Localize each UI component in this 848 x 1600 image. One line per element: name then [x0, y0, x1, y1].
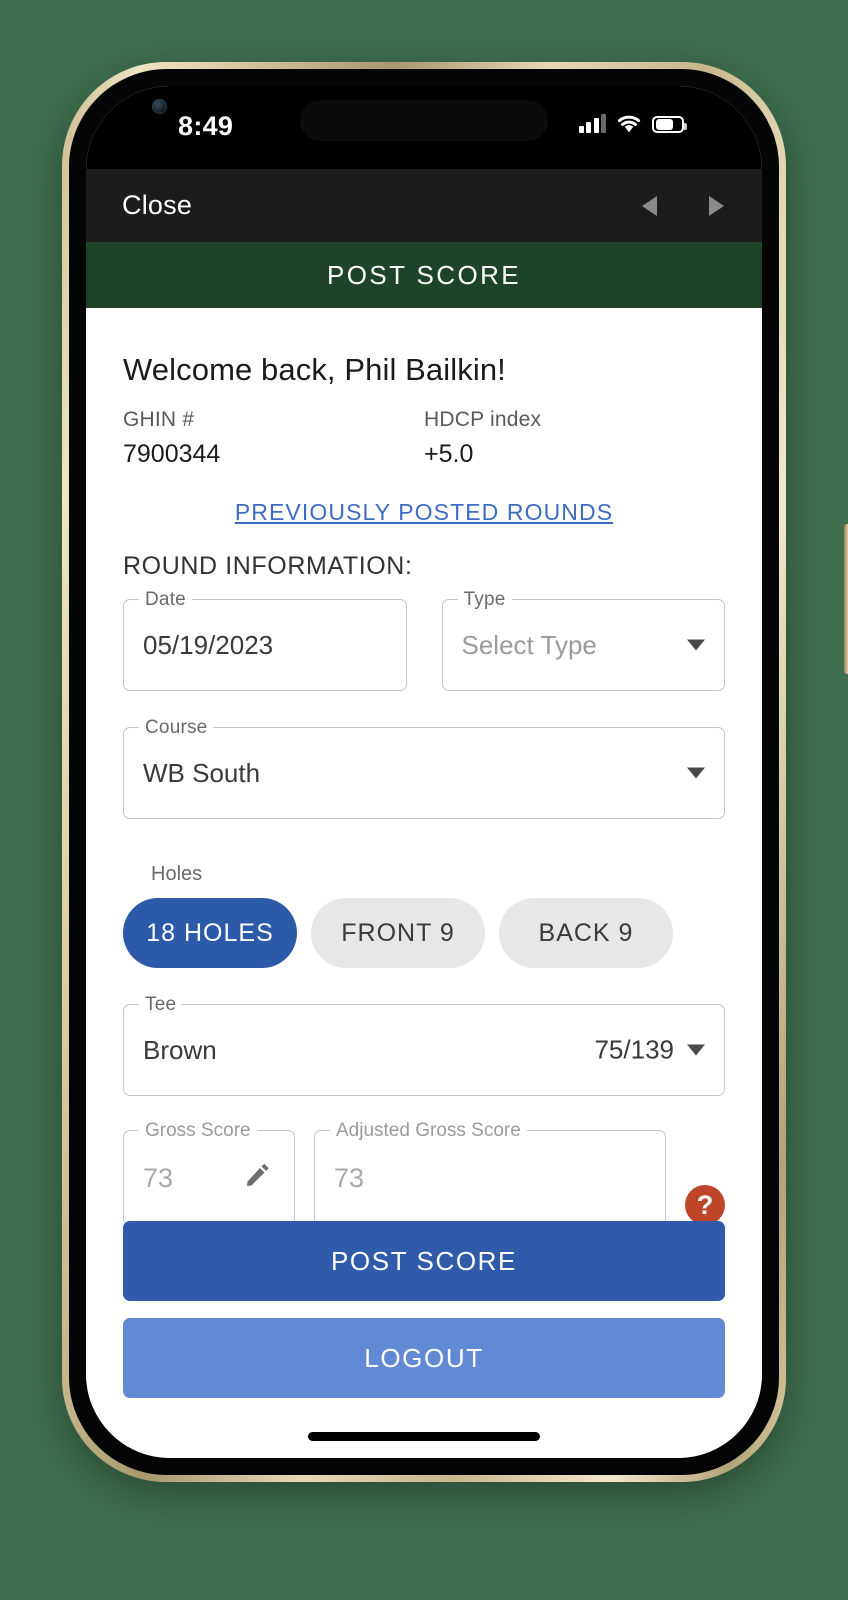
front-camera-icon [152, 99, 167, 114]
date-field-label: Date [139, 589, 192, 611]
page-title: POST SCORE [326, 259, 521, 290]
tee-rating-slope: 75/139 [594, 1034, 674, 1065]
phone-bezel: 8:49 Close POST SCORE Welcome back, Phil… [69, 69, 779, 1475]
course-select[interactable]: Course WB South [123, 717, 725, 819]
date-field-value: 05/19/2023 [143, 629, 274, 660]
action-buttons: POST SCORE LOGOUT [123, 1221, 725, 1398]
previously-posted-rounds-link[interactable]: PREVIOUSLY POSTED ROUNDS [235, 499, 613, 525]
holes-option-18-holes[interactable]: 18 HOLES [123, 898, 297, 968]
type-select[interactable]: Type Select Type [441, 589, 725, 691]
ghin-label: GHIN # [123, 408, 195, 431]
home-indicator[interactable] [308, 1432, 540, 1441]
chevron-down-icon [687, 1044, 705, 1056]
hdcp-label: HDCP index [424, 408, 542, 431]
power-button[interactable] [844, 524, 848, 674]
date-field[interactable]: Date 05/19/2023 [123, 589, 407, 691]
holes-toggle-group: 18 HOLES FRONT 9 BACK 9 [123, 898, 725, 968]
nav-arrows [642, 195, 724, 216]
gross-score-input[interactable]: Gross Score 73 [123, 1120, 295, 1226]
date-type-row: Date 05/19/2023 Type Select Type [123, 589, 725, 691]
adjusted-gross-score-label: Adjusted Gross Score [330, 1120, 527, 1142]
battery-icon [652, 116, 687, 133]
chevron-down-icon [687, 639, 705, 651]
welcome-greeting: Welcome back, Phil Bailkin! [123, 352, 506, 387]
gross-score-wrap: Gross Score 73 [123, 1120, 295, 1226]
hdcp-stat: HDCP index +5.0 [424, 408, 725, 469]
course-select-value: WB South [143, 757, 261, 788]
previous-rounds-link-wrap: PREVIOUSLY POSTED ROUNDS [123, 499, 725, 526]
round-information-title: ROUND INFORMATION: [123, 552, 413, 580]
wifi-icon [617, 114, 641, 133]
post-score-button[interactable]: POST SCORE [123, 1221, 725, 1301]
cellular-signal-icon [578, 114, 606, 133]
tee-select[interactable]: Tee Brown 75/139 [123, 994, 725, 1096]
pencil-icon[interactable] [242, 1161, 272, 1196]
hdcp-value: +5.0 [424, 440, 474, 468]
tee-select-wrap: Tee Brown 75/139 [123, 994, 725, 1096]
ghin-value: 7900344 [123, 440, 221, 468]
browser-nav-bar: Close [86, 169, 762, 242]
dynamic-island [300, 100, 548, 141]
player-stats: GHIN # 7900344 HDCP index +5.0 [123, 408, 725, 469]
tee-select-value: Brown [143, 1034, 217, 1065]
forward-triangle-icon[interactable] [709, 195, 724, 216]
course-select-label: Course [139, 717, 214, 739]
phone-frame: 8:49 Close POST SCORE Welcome back, Phil… [62, 62, 848, 1482]
main-content: Welcome back, Phil Bailkin! GHIN # 79003… [86, 308, 762, 1458]
gross-score-label: Gross Score [139, 1120, 257, 1142]
ghin-stat: GHIN # 7900344 [123, 408, 424, 469]
tee-select-label: Tee [139, 994, 183, 1016]
status-bar: 8:49 [86, 86, 762, 169]
course-select-wrap: Course WB South [123, 717, 725, 819]
phone-screen: 8:49 Close POST SCORE Welcome back, Phil… [86, 86, 762, 1458]
status-bar-icons [578, 114, 687, 133]
holes-label: Holes [151, 863, 203, 885]
status-bar-clock: 8:49 [178, 111, 234, 141]
back-triangle-icon[interactable] [642, 195, 657, 216]
holes-option-back-9[interactable]: BACK 9 [499, 898, 673, 968]
close-button[interactable]: Close [122, 190, 192, 221]
holes-option-front-9[interactable]: FRONT 9 [311, 898, 485, 968]
chevron-down-icon [687, 767, 705, 779]
type-select-label: Type [457, 589, 512, 611]
gross-score-value: 73 [143, 1162, 174, 1193]
type-select-value: Select Type [461, 629, 597, 660]
question-mark-icon[interactable]: ? [685, 1185, 725, 1225]
app-header: POST SCORE [86, 242, 762, 308]
adjusted-gross-score-value: 73 [334, 1162, 365, 1193]
logout-button[interactable]: LOGOUT [123, 1318, 725, 1398]
adjusted-gross-score-input[interactable]: Adjusted Gross Score 73 [314, 1120, 666, 1226]
